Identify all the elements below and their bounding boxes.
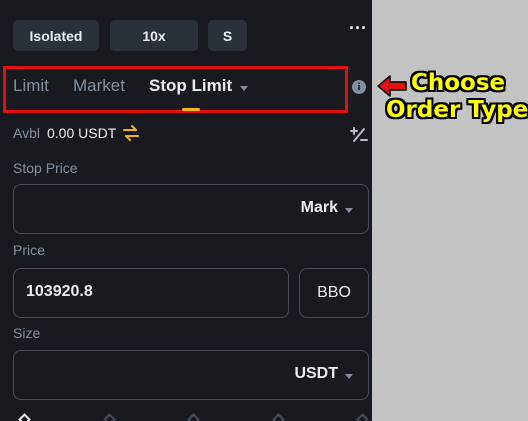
chevron-down-icon[interactable] [345,374,353,379]
position-mode-button[interactable]: S [208,20,247,51]
bbo-button[interactable]: BBO [299,268,369,318]
swap-arrows-icon[interactable] [121,124,141,142]
size-slider-tick[interactable] [272,413,285,421]
stop-price-input[interactable]: Mark [13,184,369,234]
more-dots-icon[interactable]: ··· [347,19,369,41]
annotation-area [372,0,528,421]
annotation-text-line2: Order Type [386,97,528,123]
calculator-icon[interactable] [349,126,369,144]
trigger-type-select[interactable]: Mark [301,199,338,217]
price-value: 103920.8 [26,283,93,300]
size-label: Size [13,325,41,341]
size-slider-tick[interactable] [103,413,116,421]
active-tab-indicator [182,108,200,111]
margin-mode-button[interactable]: Isolated [13,20,99,51]
annotation-text-line1: Choose [411,70,506,96]
size-slider-tick[interactable] [356,413,369,421]
available-balance-label: Avbl [13,125,40,141]
stop-price-label: Stop Price [13,160,78,176]
chevron-down-icon[interactable] [345,208,353,213]
size-unit-select[interactable]: USDT [294,365,338,383]
price-input[interactable]: 103920.8 [13,268,289,318]
tab-stop-limit[interactable]: Stop Limit [149,76,232,96]
order-panel: Isolated 10x S ··· Limit Market Stop Lim… [0,0,372,421]
available-balance-value: 0.00 USDT [47,125,117,141]
tab-limit[interactable]: Limit [13,76,49,96]
size-slider-tick[interactable] [187,413,200,421]
annotation-arrow-icon [377,75,407,97]
info-icon[interactable]: i [352,80,366,94]
size-slider-handle[interactable] [18,413,31,421]
tab-market[interactable]: Market [73,76,125,96]
size-input[interactable]: USDT [13,350,369,400]
chevron-down-icon[interactable] [240,86,248,91]
price-label: Price [13,242,45,258]
leverage-button[interactable]: 10x [110,20,198,51]
